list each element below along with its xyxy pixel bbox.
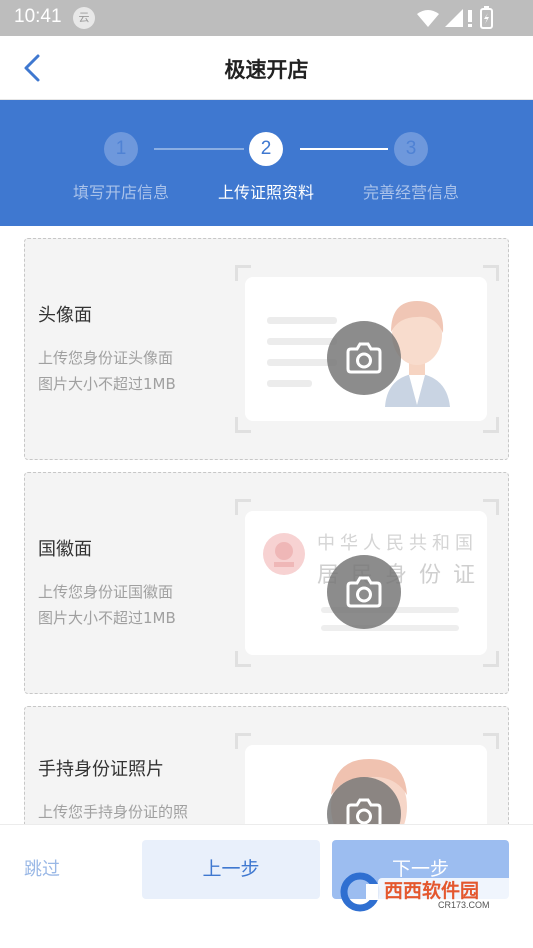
step-connector-2 [300, 148, 388, 150]
step-3-number: 3 [394, 132, 428, 166]
previous-step-button[interactable]: 上一步 [142, 840, 320, 899]
card-desc-line-1: 上传您手持身份证的照 [38, 803, 189, 821]
upload-card-portrait-side[interactable]: 头像面 上传您身份证头像面 图片大小不超过1MB [24, 238, 509, 460]
upload-card-emblem-side[interactable]: 国徽面 上传您身份证国徽面 图片大小不超过1MB 中华人民共和国 居民身份证 [24, 472, 509, 694]
camera-icon[interactable] [327, 777, 401, 824]
wifi-icon [417, 10, 439, 27]
card-title: 手持身份证照片 [38, 759, 164, 780]
upload-card-handheld-id[interactable]: 手持身份证照片 上传您手持身份证的照 [24, 706, 509, 824]
skip-button[interactable]: 跳过 [24, 855, 60, 881]
id-portrait-sample[interactable] [235, 265, 499, 433]
id-card-country-text: 中华人民共和国 [317, 533, 478, 554]
camera-icon[interactable] [327, 555, 401, 629]
card-desc-line-1: 上传您身份证国徽面 [38, 583, 174, 601]
id-emblem-sample[interactable]: 中华人民共和国 居民身份证 [235, 499, 499, 667]
card-description: 上传您身份证国徽面 图片大小不超过1MB [38, 579, 228, 631]
camera-icon[interactable] [327, 321, 401, 395]
card-title: 国徽面 [38, 539, 92, 560]
system-status-icons [417, 6, 493, 29]
step-3-label: 完善经营信息 [362, 183, 459, 202]
handheld-id-sample[interactable] [235, 733, 499, 824]
step-2-number: 2 [249, 132, 283, 166]
status-bar: 10:41 云 [0, 0, 533, 36]
watermark-brand: 西西软件园 [384, 880, 480, 902]
card-desc-line-2: 图片大小不超过1MB [38, 609, 176, 627]
step-1-number: 1 [104, 132, 138, 166]
watermark-url: CR173.COM [438, 900, 490, 910]
national-emblem-icon [263, 533, 305, 575]
page-title: 极速开店 [224, 58, 309, 82]
cellular-signal-icon [445, 9, 463, 27]
card-description: 上传您身份证头像面 图片大小不超过1MB [38, 345, 228, 397]
upload-list: 头像面 上传您身份证头像面 图片大小不超过1MB 国徽面 上传您身份证国徽面 图… [0, 226, 533, 824]
step-progress: 1 2 3 填写开店信息 上传证照资料 完善经营信息 [0, 100, 533, 226]
card-desc-line-2: 图片大小不超过1MB [38, 375, 176, 393]
watermark-logo: 西西软件园 CR173.COM [338, 870, 518, 914]
status-time: 10:41 [14, 6, 62, 27]
nav-bar: 极速开店 [0, 36, 533, 100]
card-desc-line-1: 上传您身份证头像面 [38, 349, 174, 367]
cloud-badge-icon: 云 [73, 7, 95, 29]
card-description: 上传您手持身份证的照 [38, 799, 228, 824]
step-connector-1 [154, 148, 244, 150]
card-title: 头像面 [38, 305, 92, 326]
